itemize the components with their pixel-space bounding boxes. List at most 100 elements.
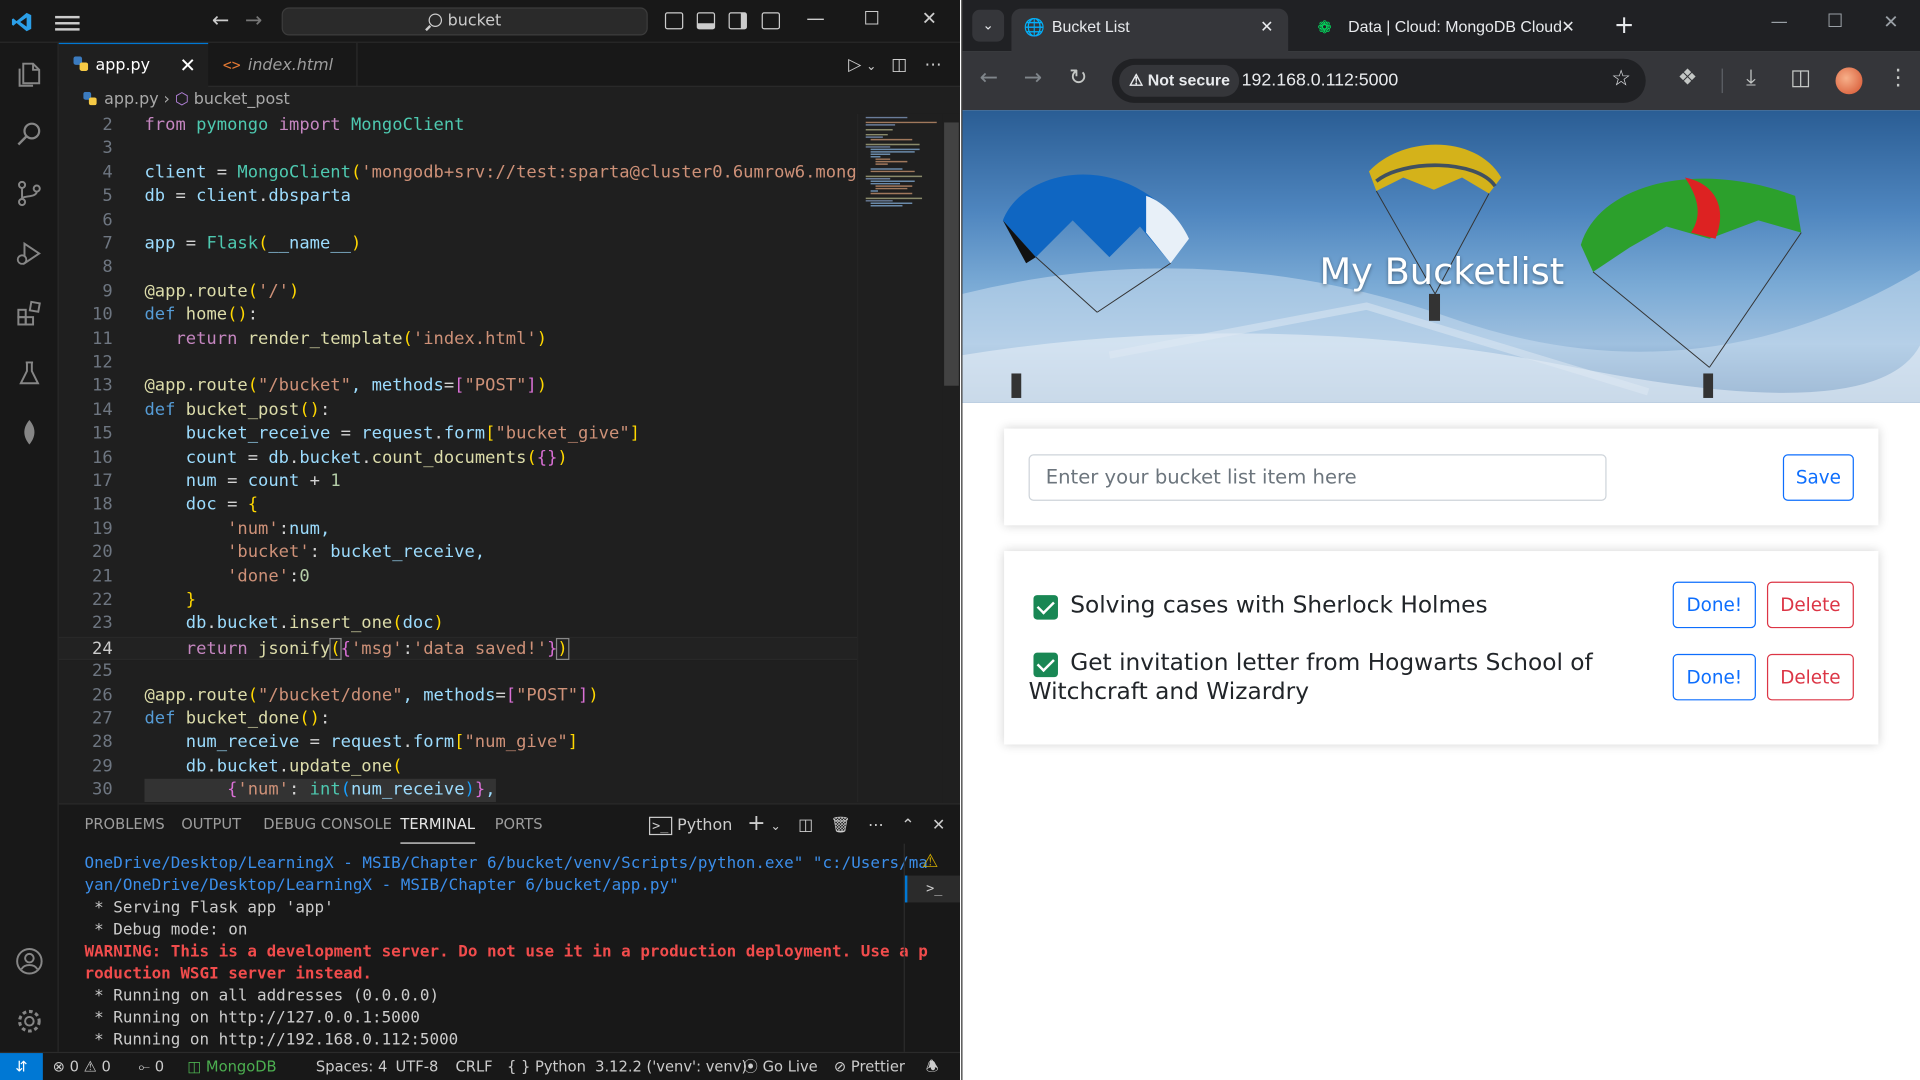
notifications-bell-icon[interactable]: 🕭 <box>926 1053 939 1080</box>
eol-status[interactable]: CRLF <box>456 1053 493 1080</box>
new-tab-icon[interactable]: + <box>1614 10 1635 39</box>
kill-terminal-icon[interactable]: 🗑 <box>831 817 851 835</box>
mongodb-leaf-icon[interactable] <box>15 418 44 447</box>
tab-ports[interactable]: PORTS <box>495 804 543 843</box>
download-icon[interactable]: ⤓ <box>1746 65 1756 91</box>
panel-toolbar: >_ Python + ⌄ ◫ 🗑 ⋯ ⌃ ✕ <box>648 804 945 843</box>
interpreter-status[interactable]: 3.12.2 ('venv': venv) <box>595 1053 747 1080</box>
language-status[interactable]: { } Python <box>507 1053 586 1080</box>
forward-arrow-icon[interactable]: → <box>245 9 262 33</box>
problems-status[interactable]: ⊗ 0 ⚠ 0 <box>53 1053 111 1080</box>
terminal-output[interactable]: OneDrive/Desktop/LearningX - MSIB/Chapte… <box>84 853 928 1051</box>
customize-layout-icon[interactable] <box>761 12 781 30</box>
ports-status[interactable]: ⟜ 0 <box>138 1053 164 1080</box>
back-arrow-icon[interactable]: ← <box>980 65 998 91</box>
line-number: 21 <box>92 566 113 587</box>
close-window-icon[interactable]: ✕ <box>1883 11 1898 33</box>
tab-problems[interactable]: PROBLEMS <box>84 804 164 843</box>
address-bar[interactable]: ⚠ Not secure 192.168.0.112:5000 ☆ <box>1111 58 1646 103</box>
minimize-icon[interactable]: — <box>1771 12 1788 32</box>
bucket-list-card: Solving cases with Sherlock Holmes Done!… <box>1004 551 1879 745</box>
warning-icon[interactable]: ⚠ <box>922 850 938 872</box>
not-secure-badge[interactable]: ⚠ Not secure <box>1119 64 1240 97</box>
close-panel-icon[interactable]: ✕ <box>932 817 945 835</box>
side-panel-icon[interactable]: ◫ <box>1790 65 1811 91</box>
more-actions-icon[interactable]: ⋯ <box>924 55 941 75</box>
close-tab-icon[interactable]: ✕ <box>1260 9 1273 46</box>
maximize-icon[interactable]: ☐ <box>1827 10 1843 32</box>
url-text: 192.168.0.112:5000 <box>1241 71 1399 91</box>
tab-app-py[interactable]: app.py ✕ <box>58 42 209 88</box>
indentation-status[interactable]: Spaces: 4 <box>316 1053 387 1080</box>
tab-debug-console[interactable]: DEBUG CONSOLE <box>263 804 392 843</box>
terminal-line: * Debug mode: on <box>84 920 248 940</box>
menu-icon[interactable] <box>55 12 80 32</box>
delete-button[interactable]: Delete <box>1766 653 1854 701</box>
maximize-panel-icon[interactable]: ⌃ <box>901 817 914 835</box>
remote-icon[interactable]: ⇵ <box>0 1053 43 1080</box>
forward-arrow-icon[interactable]: → <box>1024 65 1042 91</box>
tab-search-icon[interactable]: ⌄ <box>972 9 1005 42</box>
browser-tab-mongodb[interactable]: ❁ Data | Cloud: MongoDB Cloud ✕ <box>1305 9 1589 52</box>
editor-scroll-thumb[interactable] <box>944 122 959 386</box>
close-tab-icon[interactable]: ✕ <box>180 44 196 88</box>
maximize-icon[interactable]: ☐ <box>853 7 890 29</box>
tab-terminal[interactable]: TERMINAL <box>400 804 476 844</box>
vscode-logo-icon <box>11 12 32 32</box>
close-tab-icon[interactable]: ✕ <box>1561 9 1574 46</box>
settings-gear-icon[interactable] <box>15 1007 44 1036</box>
line-number: 14 <box>92 400 113 420</box>
toggle-panel-icon[interactable] <box>696 12 716 30</box>
back-arrow-icon[interactable]: ← <box>212 9 229 33</box>
done-button[interactable]: Done! <box>1672 581 1756 629</box>
extensions-icon[interactable]: ❖ <box>1678 65 1698 91</box>
testing-flask-icon[interactable] <box>15 359 44 388</box>
breadcrumb-file[interactable]: app.py <box>104 91 159 109</box>
line-number: 18 <box>92 495 113 515</box>
run-python-icon[interactable]: ▷ <box>848 55 861 75</box>
minimap[interactable] <box>857 113 943 803</box>
terminal-line: * Running on all addresses (0.0.0.0) <box>84 986 440 1006</box>
chevron-down-icon[interactable]: ⌄ <box>771 820 781 833</box>
mongodb-status[interactable]: ◫ MongoDB <box>187 1053 276 1080</box>
bucket-input[interactable]: Enter your bucket list item here <box>1028 454 1607 501</box>
tab-output[interactable]: OUTPUT <box>181 804 241 843</box>
bookmark-star-icon[interactable]: ☆ <box>1611 66 1631 92</box>
close-window-icon[interactable]: ✕ <box>911 7 948 29</box>
search-icon[interactable] <box>15 119 44 148</box>
terminal-line: * Serving Flask app 'app' <box>84 898 334 918</box>
split-terminal-icon[interactable]: ◫ <box>798 817 813 835</box>
code-editor[interactable]: 2 from pymongo import MongoClient 3 4 clie… <box>58 114 858 803</box>
line-number: 20 <box>92 542 113 563</box>
extensions-icon[interactable] <box>15 299 44 328</box>
terminal-line: WARNING: This is a development server. D… <box>84 942 928 962</box>
toolbar-divider <box>1721 68 1723 94</box>
tab-index-html[interactable]: <> index.html <box>208 42 358 87</box>
encoding-status[interactable]: UTF-8 <box>396 1053 439 1080</box>
split-editor-icon[interactable]: ◫ <box>891 55 907 75</box>
source-control-icon[interactable] <box>15 179 44 208</box>
delete-button[interactable]: Delete <box>1766 581 1854 629</box>
save-button[interactable]: Save <box>1782 454 1854 501</box>
breadcrumb-symbol[interactable]: bucket_post <box>194 91 290 109</box>
toggle-secondary-sidebar-icon[interactable] <box>728 12 747 30</box>
line-number: 5 <box>102 186 113 206</box>
done-button[interactable]: Done! <box>1672 653 1756 701</box>
terminal-instance-icon[interactable]: >_ <box>904 875 961 903</box>
go-live-status[interactable]: ⦿ Go Live <box>743 1053 817 1080</box>
chevron-down-icon[interactable]: ⌄ <box>866 60 876 73</box>
reload-icon[interactable]: ↻ <box>1069 65 1087 91</box>
terminal-profile-label[interactable]: Python <box>677 817 732 835</box>
menu-kebab-icon[interactable]: ⋮ <box>1887 65 1909 91</box>
accounts-icon[interactable] <box>15 947 44 976</box>
new-terminal-icon[interactable]: + <box>747 811 765 837</box>
prettier-status[interactable]: ⊘ Prettier <box>834 1053 905 1080</box>
explorer-icon[interactable] <box>15 60 44 89</box>
command-center-search[interactable]: bucket <box>281 7 648 36</box>
run-debug-icon[interactable] <box>15 239 44 268</box>
minimize-icon[interactable]: — <box>797 7 834 29</box>
profile-avatar[interactable] <box>1835 67 1863 95</box>
more-actions-icon[interactable]: ⋯ <box>868 817 884 835</box>
browser-tab-bucket-list[interactable]: 🌐 Bucket List ✕ <box>1011 8 1289 52</box>
toggle-sidebar-icon[interactable] <box>664 12 684 30</box>
